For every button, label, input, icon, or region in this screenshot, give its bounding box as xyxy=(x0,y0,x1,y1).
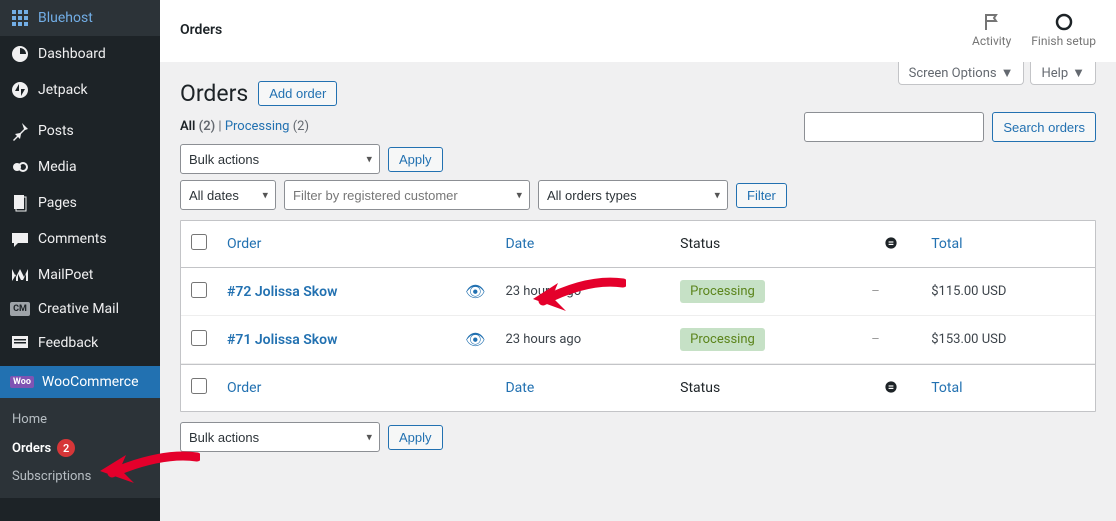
submenu-subscriptions[interactable]: Subscriptions xyxy=(0,463,160,490)
orders-table: Order Date Status Total #72 Jolissa Skow… xyxy=(180,220,1096,412)
chevron-down-icon: ▼ xyxy=(1001,65,1014,81)
main-content: Orders Activity Finish setup Screen Opti… xyxy=(160,0,1116,521)
col-order[interactable]: Order xyxy=(217,364,455,411)
note-icon xyxy=(881,377,901,397)
col-order[interactable]: Order xyxy=(217,221,455,268)
submenu-home[interactable]: Home xyxy=(0,406,160,433)
sidebar-label: Bluehost xyxy=(38,10,93,26)
eye-icon[interactable]: 👁 xyxy=(465,330,485,349)
sidebar-label: Comments xyxy=(38,231,107,247)
eye-icon[interactable]: 👁 xyxy=(465,282,485,301)
sidebar-item-bluehost[interactable]: Bluehost xyxy=(0,0,160,36)
order-total: $115.00 USD xyxy=(921,268,1095,316)
sidebar-item-jetpack[interactable]: Jetpack xyxy=(0,72,160,108)
orders-count-badge: 2 xyxy=(57,439,75,457)
woo-icon: Woo xyxy=(10,376,34,388)
col-total[interactable]: Total xyxy=(921,364,1095,411)
order-date: 23 hours ago xyxy=(495,268,670,316)
row-checkbox[interactable] xyxy=(191,282,207,298)
sidebar-item-media[interactable]: Media xyxy=(0,149,160,185)
note-cell: – xyxy=(861,316,921,364)
order-link[interactable]: #71 Jolissa Skow xyxy=(227,332,337,348)
feedback-icon xyxy=(10,333,30,353)
note-cell: – xyxy=(861,268,921,316)
add-order-button[interactable]: Add order xyxy=(258,81,337,106)
sidebar-item-comments[interactable]: Comments xyxy=(0,221,160,257)
order-link[interactable]: #72 Jolissa Skow xyxy=(227,284,337,300)
breadcrumb: Orders xyxy=(180,22,222,38)
sidebar-label: Dashboard xyxy=(38,46,106,62)
filter-button[interactable]: Filter xyxy=(736,183,787,208)
submenu: Home Orders2 Subscriptions xyxy=(0,398,160,498)
dashboard-icon xyxy=(10,44,30,64)
sidebar-item-posts[interactable]: Posts xyxy=(0,113,160,149)
bulk-actions-select[interactable]: Bulk actions xyxy=(180,144,380,174)
activity-button[interactable]: Activity xyxy=(972,12,1011,48)
grid-icon xyxy=(10,8,30,28)
search-input[interactable] xyxy=(804,112,984,142)
admin-sidebar: Bluehost Dashboard Jetpack Posts Media P… xyxy=(0,0,160,521)
sidebar-label: Posts xyxy=(38,123,74,139)
col-status: Status xyxy=(670,221,861,268)
table-row[interactable]: #71 Jolissa Skow 👁 23 hours ago Processi… xyxy=(181,316,1095,364)
comments-icon xyxy=(10,229,30,249)
creative-mail-icon: CM xyxy=(10,302,30,316)
sidebar-item-woocommerce[interactable]: Woo WooCommerce xyxy=(0,366,160,398)
order-date: 23 hours ago xyxy=(495,316,670,364)
sidebar-item-pages[interactable]: Pages xyxy=(0,185,160,221)
filter-processing[interactable]: Processing xyxy=(225,119,290,134)
chevron-down-icon: ▼ xyxy=(1072,65,1085,81)
mailpoet-icon xyxy=(10,265,30,285)
page-title: Orders xyxy=(180,80,248,107)
status-badge: Processing xyxy=(680,328,765,351)
media-icon xyxy=(10,157,30,177)
apply-button-bottom[interactable]: Apply xyxy=(388,425,443,450)
sidebar-label: Creative Mail xyxy=(38,301,119,317)
search-orders-button[interactable]: Search orders xyxy=(992,112,1096,142)
col-status: Status xyxy=(670,364,861,411)
topbar: Orders Activity Finish setup xyxy=(160,0,1116,62)
jetpack-icon xyxy=(10,80,30,100)
order-total: $153.00 USD xyxy=(921,316,1095,364)
apply-button[interactable]: Apply xyxy=(388,147,443,172)
table-row[interactable]: #72 Jolissa Skow 👁 23 hours ago Processi… xyxy=(181,268,1095,316)
finish-setup-button[interactable]: Finish setup xyxy=(1031,12,1096,48)
col-date[interactable]: Date xyxy=(495,364,670,411)
sidebar-item-dashboard[interactable]: Dashboard xyxy=(0,36,160,72)
dates-select[interactable]: All dates xyxy=(180,180,276,210)
status-badge: Processing xyxy=(680,280,765,303)
order-types-select[interactable]: All orders types xyxy=(538,180,728,210)
sidebar-label: Jetpack xyxy=(38,82,88,98)
customer-filter-select[interactable]: Filter by registered customer xyxy=(284,180,530,210)
col-total[interactable]: Total xyxy=(921,221,1095,268)
flag-icon xyxy=(982,12,1002,32)
submenu-orders[interactable]: Orders2 xyxy=(0,433,160,463)
screen-options-tab[interactable]: Screen Options ▼ xyxy=(898,62,1025,85)
help-tab[interactable]: Help ▼ xyxy=(1030,62,1096,85)
sidebar-item-creative-mail[interactable]: CM Creative Mail xyxy=(0,293,160,325)
select-all-checkbox[interactable] xyxy=(191,234,207,250)
pages-icon xyxy=(10,193,30,213)
sidebar-item-feedback[interactable]: Feedback xyxy=(0,325,160,361)
pin-icon xyxy=(10,121,30,141)
sidebar-item-mailpoet[interactable]: MailPoet xyxy=(0,257,160,293)
circle-icon xyxy=(1054,12,1074,32)
note-icon xyxy=(881,233,901,253)
sidebar-label: Feedback xyxy=(38,335,98,351)
sidebar-label: Pages xyxy=(38,195,77,211)
col-date[interactable]: Date xyxy=(495,221,670,268)
sidebar-label: WooCommerce xyxy=(42,374,139,390)
select-all-checkbox-bottom[interactable] xyxy=(191,378,207,394)
sidebar-label: MailPoet xyxy=(38,267,93,283)
bulk-actions-select-bottom[interactable]: Bulk actions xyxy=(180,422,380,452)
filter-all[interactable]: All (2) xyxy=(180,119,215,134)
row-checkbox[interactable] xyxy=(191,330,207,346)
sidebar-label: Media xyxy=(38,159,77,175)
